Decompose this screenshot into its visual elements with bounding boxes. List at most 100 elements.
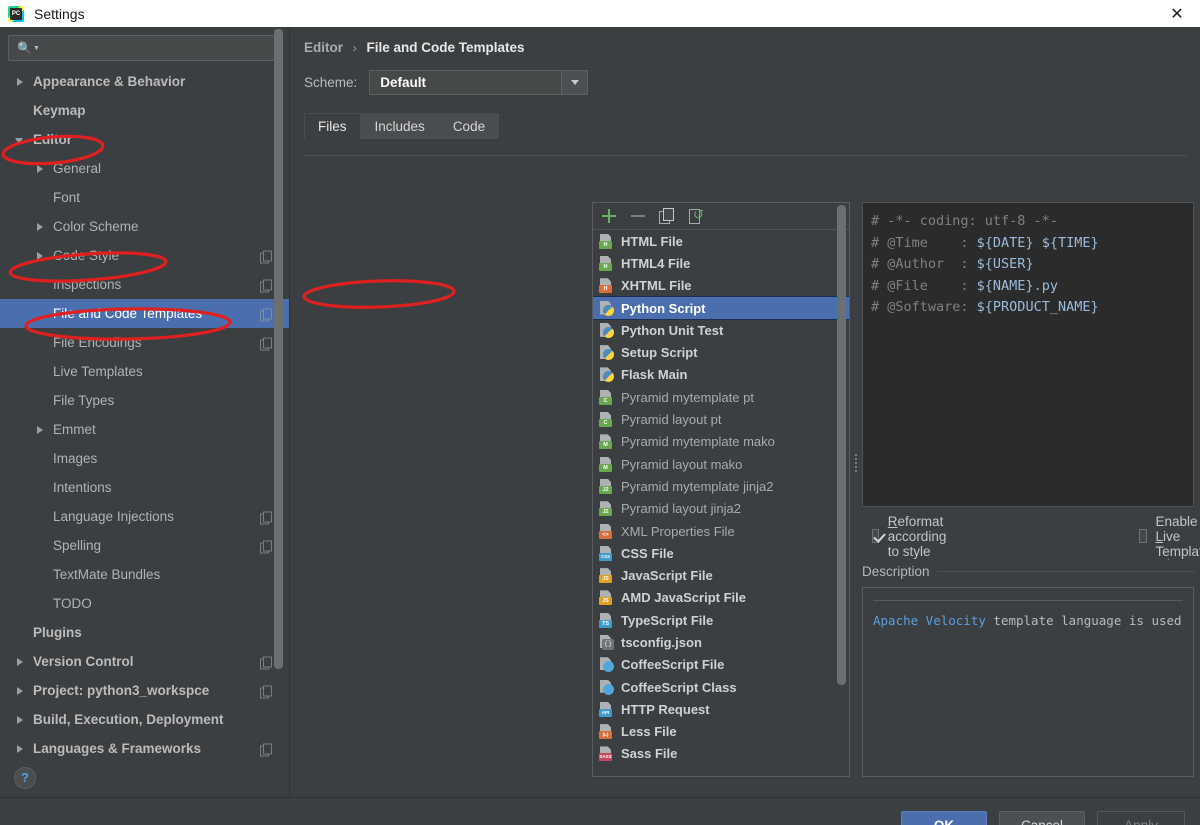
list-item[interactable]: (L)Less File: [593, 721, 849, 743]
chevron-right-icon[interactable]: [34, 250, 46, 262]
list-item[interactable]: {}tsconfig.json: [593, 631, 849, 653]
reformat-checkbox[interactable]: Reformat according to style: [872, 514, 954, 559]
tab-files[interactable]: Files: [304, 113, 361, 139]
list-item[interactable]: HHTML File: [593, 230, 849, 252]
sidebar-item-file-types[interactable]: File Types: [0, 386, 289, 415]
code-comment: # @File :: [871, 278, 977, 294]
chevron-right-icon[interactable]: [14, 656, 26, 668]
sidebar-item-project-python3-workspce[interactable]: Project: python3_workspce: [0, 676, 289, 705]
sidebar-item-version-control[interactable]: Version Control: [0, 647, 289, 676]
scheme-select[interactable]: Default: [369, 70, 588, 95]
sidebar-item-images[interactable]: Images: [0, 444, 289, 473]
sidebar-scrollbar[interactable]: [274, 29, 283, 669]
sidebar-item-plugins[interactable]: Plugins: [0, 618, 289, 647]
cancel-button[interactable]: Cancel: [999, 811, 1085, 825]
scheme-row: Scheme: Default: [304, 70, 1200, 95]
sidebar-item-inspections[interactable]: Inspections: [0, 270, 289, 299]
list-item[interactable]: TSTypeScript File: [593, 609, 849, 631]
list-item-label: AMD JavaScript File: [621, 590, 746, 605]
list-item[interactable]: MPyramid layout mako: [593, 453, 849, 475]
tab-code[interactable]: Code: [439, 113, 499, 139]
code-comment: # @Author :: [871, 256, 977, 272]
sidebar-item-textmate-bundles[interactable]: TextMate Bundles: [0, 560, 289, 589]
chevron-right-icon[interactable]: [14, 714, 26, 726]
sidebar-item-editor[interactable]: Editor: [0, 125, 289, 154]
sidebar-item-label: Languages & Frameworks: [33, 741, 201, 756]
copy-settings-icon: [260, 250, 271, 261]
mako-file-icon: M: [599, 457, 614, 472]
list-item[interactable]: HXHTML File: [593, 275, 849, 297]
template-list[interactable]: HHTML FileHHTML4 FileHXHTML FilePython S…: [593, 230, 849, 776]
list-item[interactable]: J2Pyramid mytemplate jinja2: [593, 475, 849, 497]
list-item[interactable]: <>XML Properties File: [593, 520, 849, 542]
sidebar-item-build-execution-deployment[interactable]: Build, Execution, Deployment: [0, 705, 289, 734]
list-item[interactable]: SASSSass File: [593, 743, 849, 765]
sidebar-item-languages-frameworks[interactable]: Languages & Frameworks: [0, 734, 289, 763]
sidebar-item-appearance-behavior[interactable]: Appearance & Behavior: [0, 67, 289, 96]
xml-file-icon: <>: [599, 524, 614, 539]
sidebar-item-language-injections[interactable]: Language Injections: [0, 502, 289, 531]
list-item[interactable]: MPyramid mytemplate mako: [593, 431, 849, 453]
list-item-label: Less File: [621, 724, 677, 739]
chevron-right-icon[interactable]: [14, 685, 26, 697]
chevron-down-icon[interactable]: [561, 71, 587, 94]
sidebar-item-file-and-code-templates[interactable]: File and Code Templates: [0, 299, 289, 328]
list-item[interactable]: APIHTTP Request: [593, 698, 849, 720]
plus-icon[interactable]: [601, 208, 617, 224]
help-icon[interactable]: ?: [14, 767, 36, 789]
list-item[interactable]: CoffeeScript Class: [593, 676, 849, 698]
chevron-down-icon[interactable]: ▼: [33, 45, 40, 52]
list-item[interactable]: JSJavaScript File: [593, 564, 849, 586]
coffeescript-file-icon: [599, 680, 614, 695]
reset-icon[interactable]: [688, 208, 704, 224]
list-item[interactable]: Flask Main: [593, 364, 849, 386]
list-item[interactable]: CoffeeScript File: [593, 654, 849, 676]
list-item[interactable]: J2Pyramid layout jinja2: [593, 498, 849, 520]
python-file-icon: [599, 323, 614, 338]
chevron-right-icon[interactable]: [14, 76, 26, 88]
settings-tree[interactable]: Appearance & BehaviorKeymapEditorGeneral…: [0, 67, 289, 763]
sidebar-item-font[interactable]: Font: [0, 183, 289, 212]
sidebar-item-keymap[interactable]: Keymap: [0, 96, 289, 125]
sidebar-item-emmet[interactable]: Emmet: [0, 415, 289, 444]
sidebar-item-color-scheme[interactable]: Color Scheme: [0, 212, 289, 241]
list-item[interactable]: Python Script: [593, 297, 849, 319]
list-item-label: TypeScript File: [621, 613, 713, 628]
list-item[interactable]: CSSCSS File: [593, 542, 849, 564]
template-code-editor[interactable]: # -*- coding: utf-8 -*-# @Time : ${DATE}…: [862, 202, 1194, 507]
list-item[interactable]: HHTML4 File: [593, 252, 849, 274]
sidebar-item-file-encodings[interactable]: File Encodings: [0, 328, 289, 357]
sidebar-item-live-templates[interactable]: Live Templates: [0, 357, 289, 386]
list-item[interactable]: CPyramid mytemplate pt: [593, 386, 849, 408]
chevron-right-icon[interactable]: [34, 424, 46, 436]
template-list-toolbar[interactable]: [593, 203, 849, 230]
tree-spacer: [34, 192, 46, 204]
chevron-down-icon[interactable]: [14, 134, 26, 146]
copy-icon[interactable]: [659, 208, 675, 224]
template-list-scrollbar[interactable]: [837, 205, 846, 685]
breadcrumb-parent[interactable]: Editor: [304, 40, 343, 55]
chevron-right-icon[interactable]: [14, 743, 26, 755]
sidebar-item-intentions[interactable]: Intentions: [0, 473, 289, 502]
tab-includes[interactable]: Includes: [361, 113, 439, 139]
minus-icon[interactable]: [630, 208, 646, 224]
chevron-right-icon[interactable]: [34, 221, 46, 233]
sidebar-item-code-style[interactable]: Code Style: [0, 241, 289, 270]
template-tabs[interactable]: FilesIncludesCode: [304, 113, 1200, 139]
sidebar-item-general[interactable]: General: [0, 154, 289, 183]
list-item[interactable]: Setup Script: [593, 341, 849, 363]
sidebar-item-spelling[interactable]: Spelling: [0, 531, 289, 560]
panel-splitter-handle[interactable]: [852, 452, 860, 492]
list-item[interactable]: JSAMD JavaScript File: [593, 587, 849, 609]
tree-spacer: [34, 511, 46, 523]
chevron-right-icon[interactable]: [34, 163, 46, 175]
close-icon[interactable]: ✕: [1154, 0, 1200, 27]
apply-button[interactable]: Apply: [1097, 811, 1185, 825]
search-input[interactable]: 🔍 ▼: [8, 35, 281, 61]
sidebar-item-todo[interactable]: TODO: [0, 589, 289, 618]
template-options-row: Reformat according to style Enable Live …: [862, 522, 1194, 550]
list-item[interactable]: CPyramid layout pt: [593, 408, 849, 430]
list-item[interactable]: Python Unit Test: [593, 319, 849, 341]
ok-button[interactable]: OK: [901, 811, 987, 825]
apache-velocity-link[interactable]: Apache Velocity: [873, 613, 986, 628]
